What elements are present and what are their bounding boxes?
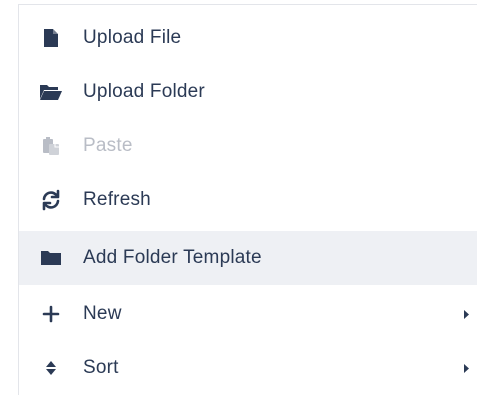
menu-item-label: Add Folder Template [83, 247, 262, 268]
menu-item-upload-folder[interactable]: Upload Folder [19, 65, 477, 119]
file-icon [39, 26, 63, 50]
menu-item-label: Upload File [83, 27, 182, 48]
menu-item-sort[interactable]: Sort [19, 341, 477, 395]
sort-icon [39, 356, 63, 380]
menu-item-new[interactable]: New [19, 287, 477, 341]
menu-item-refresh[interactable]: Refresh [19, 173, 477, 227]
menu-item-label: New [83, 303, 122, 324]
refresh-icon [39, 188, 63, 212]
folder-icon [39, 246, 63, 270]
menu-item-label: Paste [83, 135, 133, 156]
menu-item-label: Sort [83, 357, 119, 378]
context-menu: Upload File Upload Folder Paste Refresh … [18, 4, 477, 395]
menu-item-upload-file[interactable]: Upload File [19, 11, 477, 65]
paste-icon [39, 134, 63, 158]
menu-item-label: Upload Folder [83, 81, 205, 102]
submenu-arrow-icon [461, 362, 471, 374]
menu-item-paste[interactable]: Paste [19, 119, 477, 173]
plus-icon [39, 302, 63, 326]
folder-open-icon [39, 80, 63, 104]
menu-item-add-folder-template[interactable]: Add Folder Template [19, 231, 477, 285]
submenu-arrow-icon [461, 308, 471, 320]
menu-item-label: Refresh [83, 189, 151, 210]
